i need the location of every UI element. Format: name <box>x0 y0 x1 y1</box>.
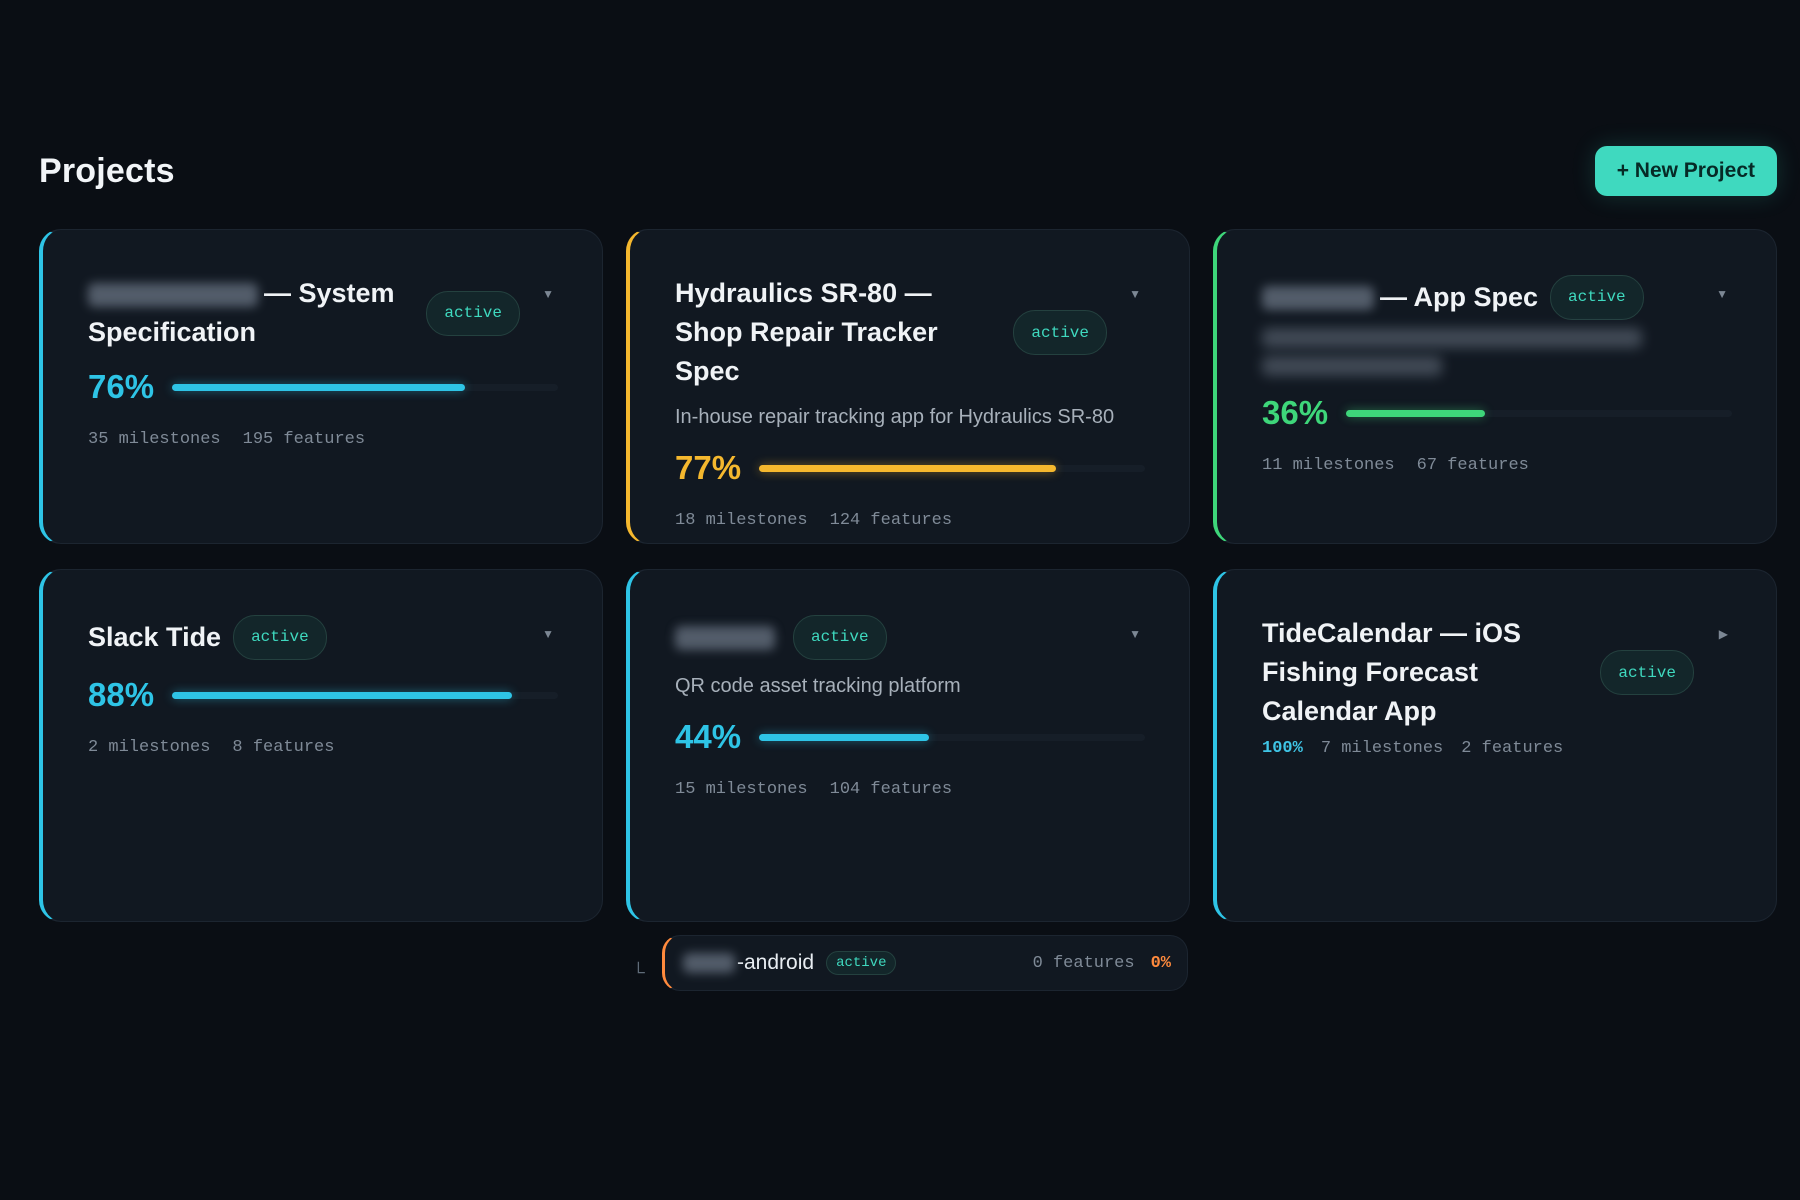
milestones-count: 2 milestones <box>88 738 211 757</box>
redacted-description <box>1262 328 1732 376</box>
progress-track <box>759 733 1145 741</box>
redacted-name <box>88 282 258 307</box>
status-badge: active <box>1550 274 1644 320</box>
project-card[interactable]: Hydraulics SR-80 — Shop Repair Tracker S… <box>626 229 1190 544</box>
project-title: TideCalendar — iOS Fishing Forecast Cale… <box>1262 618 1522 726</box>
subproject-name: -android active <box>683 951 897 975</box>
chevron-down-icon[interactable]: ▼ <box>542 287 554 301</box>
new-project-button[interactable]: + New Project <box>1594 146 1777 196</box>
status-badge: active <box>426 290 520 336</box>
milestones-count: 18 milestones <box>675 511 808 530</box>
progress-fill <box>172 383 466 391</box>
project-card[interactable]: TideCalendar — iOS Fishing Forecast Cale… <box>1213 569 1777 922</box>
project-card[interactable]: active ▼ QR code asset tracking platform… <box>626 569 1190 922</box>
project-title: Slack Tide <box>88 621 222 652</box>
progress-fill <box>759 464 1057 472</box>
project-title: — System Specification <box>88 274 414 352</box>
project-card[interactable]: Slack Tide active ▼ 88% 2 milestones 8 f… <box>39 569 603 922</box>
features-count: 0 features <box>1032 953 1135 973</box>
status-badge: active <box>1600 650 1694 695</box>
milestones-count: 35 milestones <box>88 430 221 449</box>
subproject-name-text: -android <box>737 951 815 974</box>
status-badge: active <box>1013 310 1107 355</box>
chevron-down-icon[interactable]: ▼ <box>542 627 554 641</box>
project-card[interactable]: — App Spec active ▼ 36% 11 milestones 67… <box>1213 229 1777 544</box>
subproject-row[interactable]: -android active 0 features 0% <box>662 935 1188 991</box>
projects-page: Projects + New Project — System Specific… <box>0 0 1800 1200</box>
features-count: 104 features <box>829 780 953 799</box>
project-grid: — System Specification active ▼ 76% 35 m… <box>39 229 1777 922</box>
project-title: Hydraulics SR-80 — Shop Repair Tracker S… <box>675 278 938 386</box>
project-title: — App Spec <box>1262 278 1538 317</box>
progress-percent: 88% <box>88 676 155 713</box>
progress-track <box>1346 409 1732 417</box>
features-count: 8 features <box>232 738 335 757</box>
redacted-name <box>1262 286 1374 311</box>
redacted-name <box>675 626 775 651</box>
progress-track <box>172 383 558 391</box>
chevron-down-icon[interactable]: ▼ <box>1129 627 1141 641</box>
milestones-count: 7 milestones <box>1320 739 1444 758</box>
corner-down-right-icon: └ <box>632 962 645 982</box>
status-badge: active <box>233 614 327 660</box>
chevron-down-icon[interactable]: ▼ <box>1129 287 1141 301</box>
progress-track <box>172 691 558 699</box>
project-title <box>675 618 781 657</box>
milestones-count: 11 milestones <box>1262 456 1395 475</box>
chevron-right-icon[interactable]: ▶ <box>1719 627 1728 641</box>
project-title-text: — App Spec <box>1380 281 1539 312</box>
progress-fill <box>172 691 512 699</box>
progress-percent: 36% <box>1262 394 1329 431</box>
progress-percent: 44% <box>675 718 742 755</box>
features-count: 195 features <box>242 430 366 449</box>
status-badge: active <box>826 951 897 975</box>
progress-fill <box>1346 409 1485 417</box>
progress-track <box>759 464 1145 472</box>
page-header: Projects + New Project <box>39 145 1777 197</box>
features-count: 124 features <box>829 511 953 530</box>
progress-percent: 76% <box>88 368 155 405</box>
project-description: QR code asset tracking platform <box>675 675 961 697</box>
project-card[interactable]: — System Specification active ▼ 76% 35 m… <box>39 229 603 544</box>
progress-percent: 100% <box>1262 739 1303 758</box>
status-badge: active <box>793 614 887 660</box>
progress-fill <box>759 733 929 741</box>
redacted-name <box>683 953 735 973</box>
features-count: 2 features <box>1461 739 1564 758</box>
milestones-count: 15 milestones <box>675 780 808 799</box>
progress-percent: 77% <box>675 449 742 486</box>
progress-percent: 0% <box>1150 953 1171 973</box>
chevron-down-icon[interactable]: ▼ <box>1716 287 1728 301</box>
project-description: In-house repair tracking app for Hydraul… <box>675 406 1115 428</box>
features-count: 67 features <box>1416 456 1529 475</box>
page-title: Projects <box>39 151 175 190</box>
